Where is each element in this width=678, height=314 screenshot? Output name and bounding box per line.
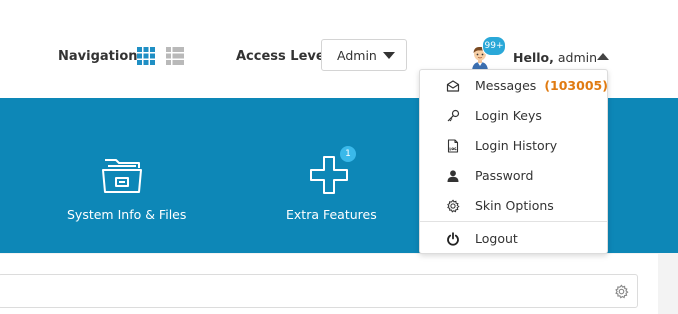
access-level-label: Access Level [236, 49, 330, 64]
message-count: (103005) [544, 78, 608, 93]
tile-label: Extra Features [286, 207, 377, 222]
envelope-icon [446, 80, 460, 92]
user-greeting[interactable]: Hello, admin [513, 50, 597, 65]
caret-up-icon[interactable] [597, 53, 609, 60]
folder-icon [102, 159, 142, 193]
list-view-icon[interactable] [166, 47, 184, 65]
menu-divider [420, 221, 607, 222]
notification-badge: 99+ [482, 36, 506, 56]
menu-item-label: Logout [475, 231, 518, 246]
menu-item-label: Skin Options [475, 198, 554, 213]
user-dropdown-menu: Messages (103005) Login Keys Login Histor… [419, 69, 608, 254]
navigation-label: Navigation [58, 49, 138, 64]
tile-system-info[interactable]: System Info & Files [60, 150, 187, 230]
key-icon [447, 109, 460, 122]
menu-item-login-history[interactable]: Login History [420, 133, 607, 159]
power-icon [447, 232, 459, 246]
caret-down-icon [383, 52, 395, 59]
user-icon [447, 170, 459, 182]
greeting-text: Hello, [513, 50, 554, 65]
gear-icon[interactable] [614, 284, 629, 299]
access-level-select[interactable]: Admin [321, 39, 407, 71]
username-text: admin [557, 50, 598, 65]
tile-extra-features[interactable]: 1 Extra Features [280, 145, 380, 230]
menu-item-label: Messages [475, 78, 537, 93]
menu-item-skin-options[interactable]: Skin Options [420, 193, 607, 219]
menu-item-label: Password [475, 168, 534, 183]
gear-icon [447, 199, 460, 213]
menu-item-messages[interactable]: Messages (103005) [420, 73, 608, 99]
menu-item-logout[interactable]: Logout [420, 226, 607, 252]
menu-item-label: Login History [475, 138, 558, 153]
menu-item-login-keys[interactable]: Login Keys [420, 103, 607, 129]
access-level-value: Admin [337, 48, 377, 63]
tile-badge: 1 [340, 146, 356, 162]
filter-input[interactable] [0, 274, 638, 308]
tile-label: System Info & Files [67, 207, 187, 222]
grid-view-icon[interactable] [137, 47, 155, 65]
menu-item-label: Login Keys [475, 108, 542, 123]
log-file-icon [447, 139, 459, 153]
menu-item-password[interactable]: Password [420, 163, 607, 189]
